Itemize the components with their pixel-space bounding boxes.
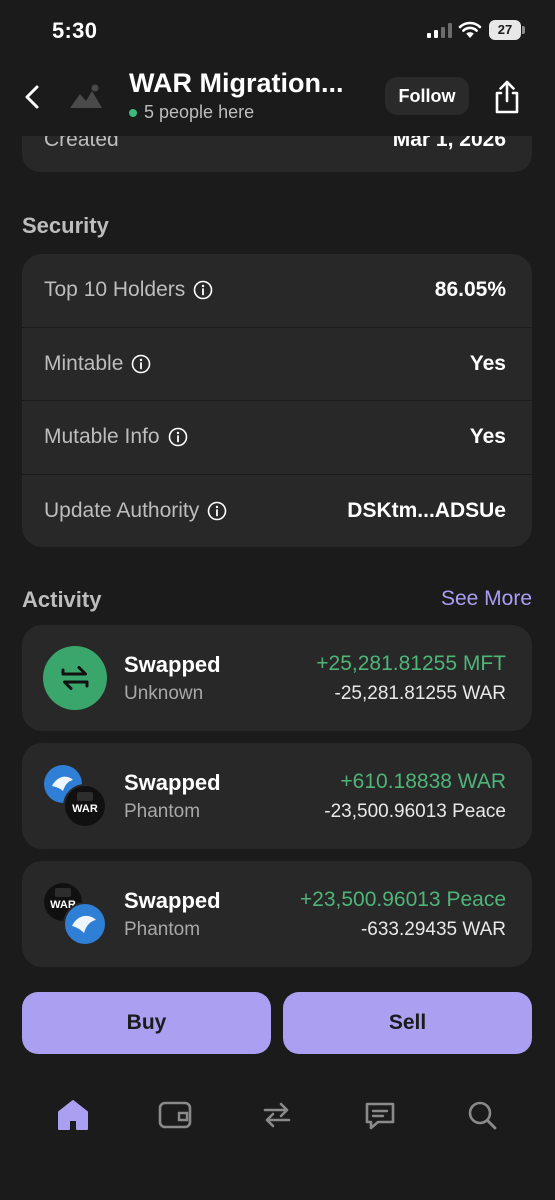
swap-icon[interactable] (259, 1098, 295, 1132)
activity-item[interactable]: Swapped Unknown +25,281.81255 MFT -25,28… (22, 625, 532, 731)
status-time: 5:30 (52, 18, 98, 43)
battery-level: 27 (489, 20, 521, 40)
info-icon[interactable] (131, 354, 151, 374)
token-pair-icon: WAR (44, 765, 107, 828)
info-icon[interactable] (193, 280, 213, 300)
activity-amount-in: +610.18838 WAR (340, 770, 506, 793)
activity-title: Swapped (124, 652, 221, 677)
battery-icon: 27 (489, 20, 525, 40)
activity-title: Swapped (124, 888, 221, 913)
wallet-icon[interactable] (157, 1098, 193, 1132)
security-row-mutable-info: Mutable Info Yes (22, 401, 532, 475)
activity-title: Swapped (124, 770, 221, 795)
signal-icon (427, 23, 452, 38)
security-row-top-holders: Top 10 Holders 86.05% (22, 254, 532, 328)
war-logo-text: WAR (72, 803, 98, 815)
security-value: 86.05% (434, 278, 506, 302)
home-icon[interactable] (55, 1098, 91, 1132)
wifi-icon (458, 21, 482, 38)
security-label: Mutable Info (44, 425, 160, 449)
activity-title: Activity (22, 587, 102, 612)
security-label: Update Authority (44, 499, 200, 523)
security-label: Top 10 Holders (44, 278, 186, 302)
activity-amount-out: -25,281.81255 WAR (334, 683, 506, 704)
page-title: WAR Migration... (129, 68, 344, 98)
follow-button[interactable]: Follow (385, 77, 469, 115)
security-title: Security (22, 213, 109, 238)
activity-source: Phantom (124, 801, 201, 822)
info-icon[interactable] (168, 427, 188, 447)
chat-icon[interactable] (362, 1098, 398, 1132)
activity-source: Unknown (124, 683, 204, 704)
online-dot-icon (129, 108, 137, 117)
security-label: Mintable (44, 351, 124, 375)
sell-button[interactable]: Sell (283, 992, 532, 1054)
activity-item[interactable]: WAR Swapped Phantom +610.18838 WAR -23,5… (22, 743, 532, 849)
activity-item[interactable]: WAR Swapped Phantom +23,500.96013 Peace … (22, 861, 532, 967)
share-icon[interactable] (490, 78, 524, 116)
info-icon[interactable] (207, 501, 227, 521)
search-icon[interactable] (464, 1098, 500, 1132)
security-value: Yes (469, 425, 506, 449)
security-row-update-authority: Update Authority DSKtm...ADSUe (22, 475, 532, 548)
activity-source: Phantom (124, 919, 201, 940)
update-authority-address[interactable]: DSKtm...ADSUe (347, 499, 506, 523)
swap-icon (43, 646, 107, 710)
status-bar: 5:30 27 (0, 0, 555, 60)
header: WAR Migration... 5 people here Follow (0, 60, 555, 136)
buy-button[interactable]: Buy (22, 992, 271, 1054)
back-icon[interactable] (18, 80, 48, 114)
activity-amount-in: +25,281.81255 MFT (316, 652, 506, 675)
security-row-mintable: Mintable Yes (22, 328, 532, 401)
presence-text: 5 people here (144, 102, 255, 122)
see-more-link[interactable]: See More (441, 587, 532, 611)
presence-indicator: 5 people here (129, 102, 254, 123)
token-pair-icon: WAR (44, 883, 107, 946)
security-value: Yes (469, 351, 506, 375)
security-card: Top 10 Holders 86.05% Mintable Yes Mutab… (22, 254, 532, 547)
token-image-placeholder-icon (70, 84, 102, 108)
home-indicator[interactable] (206, 1176, 349, 1181)
tab-bar (0, 1080, 555, 1150)
activity-amount-out: -633.29435 WAR (360, 919, 506, 940)
activity-amount-out: -23,500.96013 Peace (324, 801, 506, 822)
activity-amount-in: +23,500.96013 Peace (299, 888, 506, 911)
